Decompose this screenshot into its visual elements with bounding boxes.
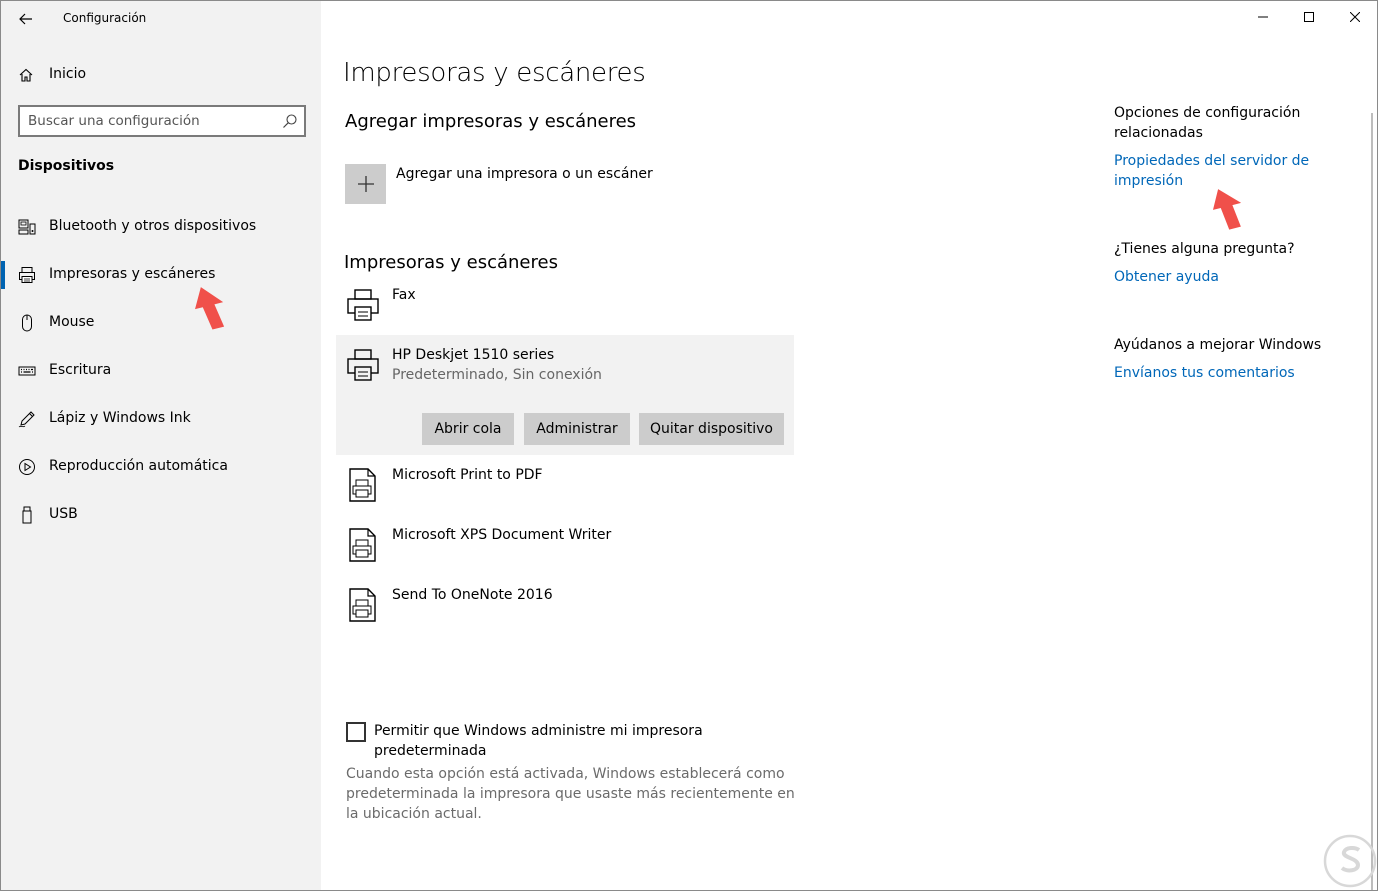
document-printer-icon [349, 528, 376, 562]
annotation-arrow [1212, 189, 1242, 230]
nav-item-label: USB [49, 506, 78, 522]
autoplay-icon [19, 459, 35, 475]
add-printer-button[interactable] [345, 164, 386, 204]
printer-name: Send To OneNote 2016 [392, 587, 553, 603]
usb-icon [22, 506, 32, 524]
question-heading: ¿Tienes alguna pregunta? [1114, 241, 1295, 257]
watermark-logo [1323, 834, 1377, 888]
mouse-icon [22, 314, 32, 332]
plus-icon [357, 176, 374, 192]
document-printer-icon [349, 468, 376, 502]
annotation-arrow [195, 287, 225, 330]
document-printer-icon [349, 588, 376, 622]
nav-item-label: Mouse [49, 314, 95, 330]
active-indicator [1, 261, 5, 289]
nav-item-mouse[interactable]: Mouse [1, 303, 321, 343]
printer-list-item-selected[interactable]: HP Deskjet 1510 series Predeterminado, S… [336, 335, 794, 455]
nav-item-label: Bluetooth y otros dispositivos [49, 218, 257, 234]
printer-list-item-xps[interactable]: Microsoft XPS Document Writer [336, 523, 794, 573]
home-icon [19, 68, 33, 82]
maximize-button[interactable] [1286, 1, 1332, 33]
open-queue-button[interactable]: Abrir cola [422, 413, 514, 445]
printer-list-item-onenote[interactable]: Send To OneNote 2016 [336, 583, 794, 633]
get-help-link[interactable]: Obtener ayuda [1114, 267, 1334, 287]
manage-button[interactable]: Administrar [524, 413, 630, 445]
printer-status: Predeterminado, Sin conexión [392, 367, 602, 383]
nav-item-autoplay[interactable]: Reproducción automática [1, 447, 321, 487]
checkbox-description: Cuando esta opción está activada, Window… [346, 766, 795, 822]
related-settings-heading: Opciones de configuración relacionadas [1114, 105, 1301, 141]
pen-icon [18, 411, 35, 428]
printer-list-item-fax[interactable]: Fax [336, 283, 794, 329]
search-box[interactable] [18, 105, 306, 137]
printer-icon [347, 289, 379, 321]
minimize-icon [1258, 16, 1268, 18]
manage-default-printer-checkbox[interactable] [346, 722, 366, 742]
remove-device-button[interactable]: Quitar dispositivo [639, 413, 784, 445]
nav-item-printers[interactable]: Impresoras y escáneres [1, 255, 321, 295]
printer-name: Microsoft XPS Document Writer [392, 527, 612, 543]
main-content: Impresoras y escáneres Agregar impresora… [321, 1, 1377, 890]
nav-item-bluetooth[interactable]: Bluetooth y otros dispositivos [1, 207, 321, 247]
send-feedback-link[interactable]: Envíanos tus comentarios [1114, 363, 1334, 383]
page-title: Impresoras y escáneres [343, 58, 646, 88]
nav-item-typing[interactable]: Escritura [1, 351, 321, 391]
nav-item-label: Lápiz y Windows Ink [49, 410, 191, 426]
app-title: Configuración [63, 11, 147, 25]
bluetooth-devices-icon [18, 219, 36, 235]
back-button[interactable] [13, 7, 39, 31]
search-input[interactable] [28, 112, 278, 130]
improve-windows-heading: Ayúdanos a mejorar Windows [1114, 337, 1322, 353]
nav-item-label: Reproducción automática [49, 458, 228, 474]
close-button[interactable] [1332, 1, 1377, 33]
nav-item-usb[interactable]: USB [1, 495, 321, 535]
back-arrow-icon [19, 13, 32, 25]
nav-home-label: Inicio [49, 66, 87, 82]
navigation-pane: Configuración Inicio Dispositivos Blueto… [1, 1, 321, 890]
keyboard-icon [18, 366, 36, 376]
add-printer-label[interactable]: Agregar una impresora o un escáner [396, 166, 653, 182]
nav-item-pen[interactable]: Lápiz y Windows Ink [1, 399, 321, 439]
printers-list-title: Impresoras y escáneres [344, 252, 558, 273]
printer-name: Fax [392, 287, 416, 303]
settings-window: Configuración Inicio Dispositivos Blueto… [0, 0, 1378, 891]
printer-icon [347, 349, 379, 381]
minimize-button[interactable] [1240, 1, 1286, 33]
close-icon [1350, 12, 1360, 22]
printer-list-item-pdf[interactable]: Microsoft Print to PDF [336, 463, 794, 513]
nav-item-label: Impresoras y escáneres [49, 266, 216, 282]
search-icon[interactable] [282, 113, 298, 129]
add-section-title: Agregar impresoras y escáneres [345, 111, 637, 132]
nav-item-label: Escritura [49, 362, 112, 378]
checkbox-label[interactable]: Permitir que Windows administre mi impre… [374, 721, 774, 761]
printer-icon [19, 267, 35, 283]
printer-name: HP Deskjet 1510 series [392, 347, 555, 363]
nav-section-heading: Dispositivos [18, 158, 115, 174]
maximize-icon [1304, 12, 1314, 22]
scrollbar[interactable] [1371, 113, 1373, 890]
printer-name: Microsoft Print to PDF [392, 467, 543, 483]
nav-home[interactable]: Inicio [1, 61, 321, 89]
